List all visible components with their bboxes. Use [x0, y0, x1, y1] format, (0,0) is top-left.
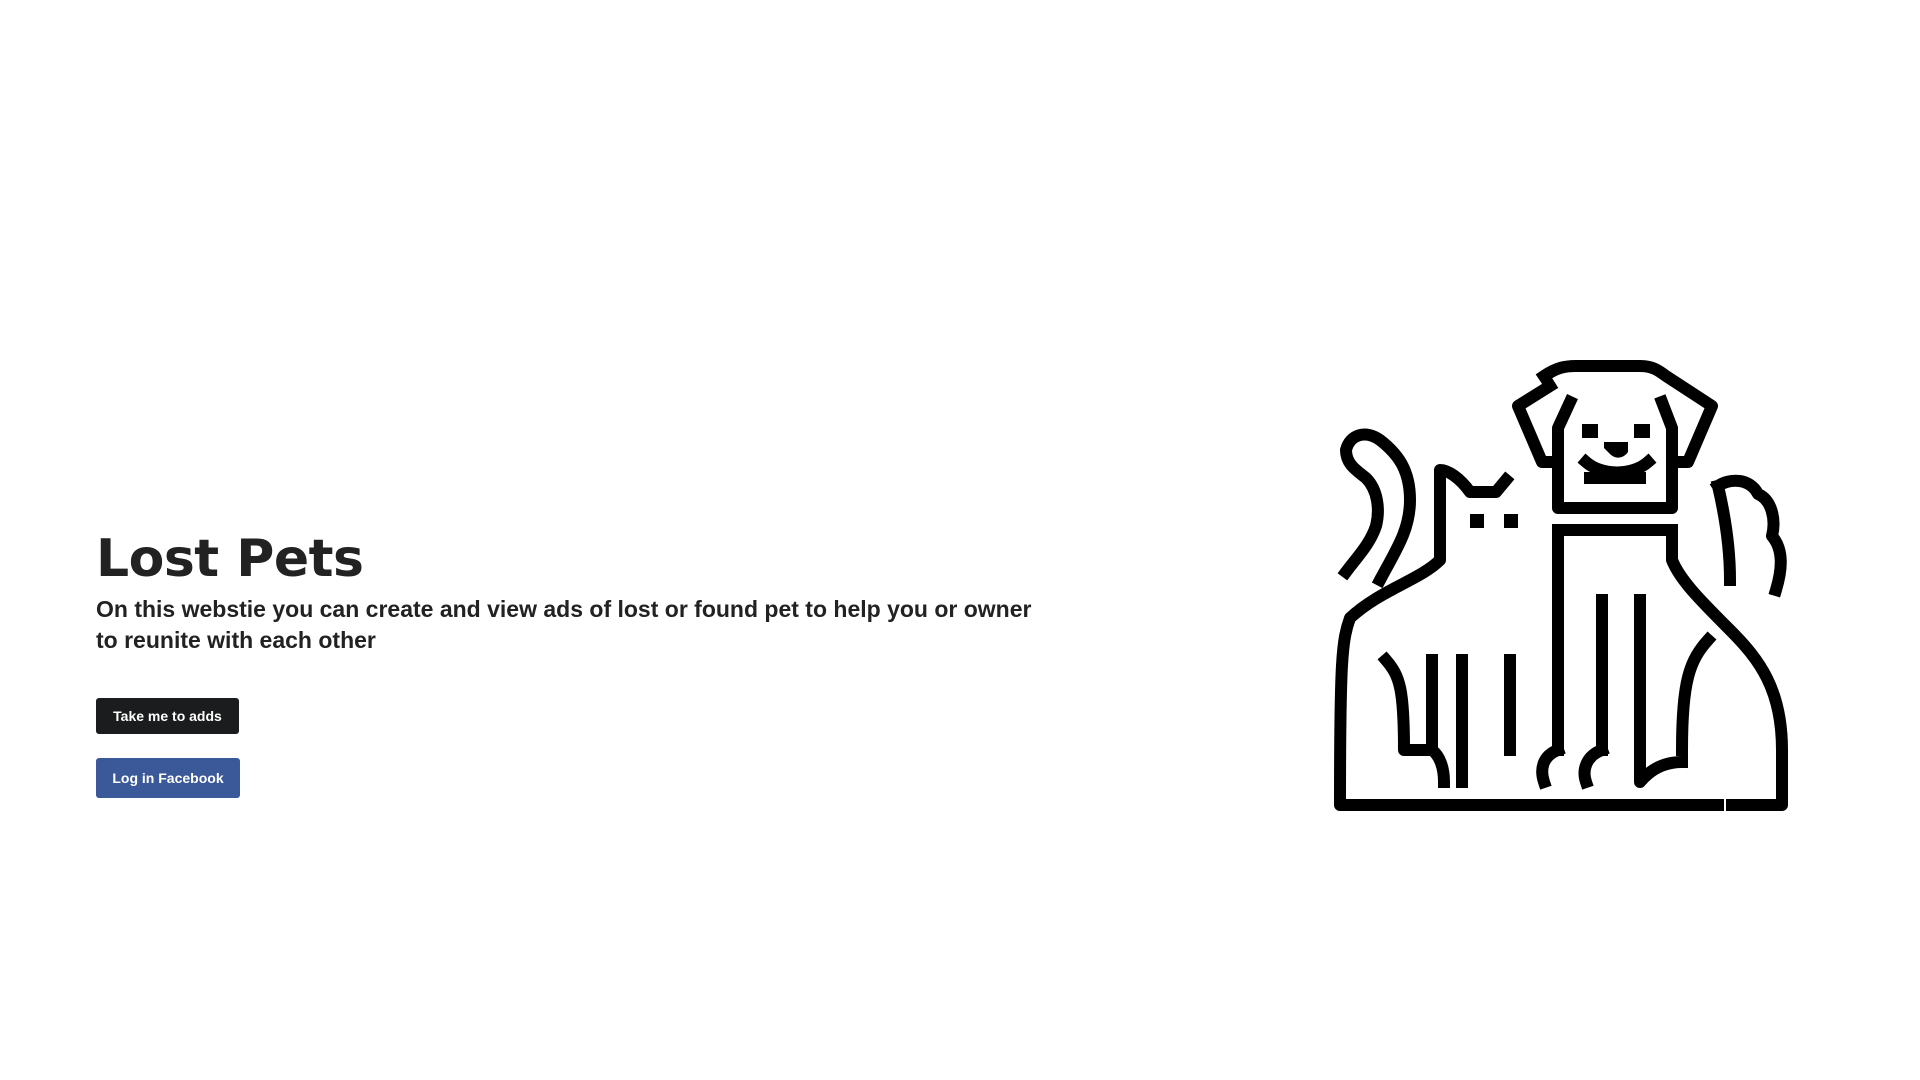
landing-page: Lost Pets On this webstie you can create… — [0, 0, 1920, 1080]
take-me-to-adds-button[interactable]: Take me to adds — [96, 698, 239, 734]
page-title: Lost Pets — [96, 529, 364, 589]
hero-section: Lost Pets On this webstie you can create… — [96, 528, 1036, 656]
dog-and-cat-icon — [1320, 360, 1840, 860]
cat — [1334, 428, 1724, 811]
dog-head — [1512, 360, 1718, 536]
page-subtitle: On this webstie you can create and view … — [96, 596, 1032, 653]
facebook-login-button[interactable]: Log in Facebook — [96, 758, 240, 798]
